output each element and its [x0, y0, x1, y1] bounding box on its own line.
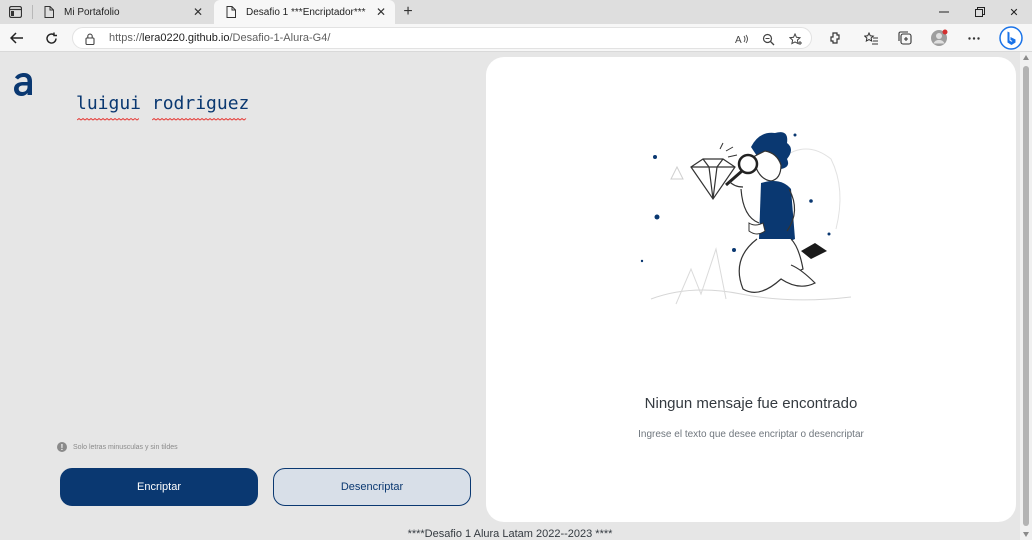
favorite-add-icon[interactable]: [787, 30, 805, 48]
page-scrollbar[interactable]: [1020, 52, 1032, 540]
browser-toolbar: https://lera0220.github.io/Desafio-1-Alu…: [0, 24, 1032, 52]
page-icon: [42, 5, 56, 19]
refresh-icon[interactable]: [40, 27, 62, 49]
scroll-down-icon[interactable]: [1023, 532, 1029, 537]
hint-text: Solo letras minusculas y sin tildes: [73, 443, 178, 451]
spellcheck-underline: [77, 118, 139, 121]
info-icon: !: [57, 442, 67, 452]
tab-title: Mi Portafolio: [64, 6, 120, 18]
tab-desafio[interactable]: Desafio 1 ***Encriptador*** ✕: [214, 0, 395, 24]
collections-icon[interactable]: [894, 27, 916, 49]
page-footer: ****Desafio 1 Alura Latam 2022--2023 ***…: [407, 528, 613, 540]
new-tab-icon[interactable]: +: [398, 2, 418, 22]
tab-mi-portafolio[interactable]: Mi Portafolio ✕: [32, 0, 212, 24]
alura-logo-icon: [14, 73, 32, 96]
bing-chat-icon[interactable]: [998, 25, 1024, 51]
person-magnifier-illustration: [640, 132, 852, 305]
output-panel: Ningun mensaje fue encontrado Ingrese el…: [486, 57, 1016, 522]
extensions-icon[interactable]: [824, 27, 846, 49]
minimize-icon[interactable]: [926, 0, 962, 24]
restore-icon[interactable]: [962, 0, 998, 24]
close-tab-icon[interactable]: ✕: [373, 4, 389, 20]
zoom-icon[interactable]: [759, 30, 777, 48]
empty-state-subtitle: Ingrese el texto que desee encriptar o d…: [638, 429, 864, 440]
spellcheck-underline: [152, 118, 247, 121]
tab-actions-icon: [8, 6, 22, 18]
close-tab-icon[interactable]: ✕: [190, 4, 206, 20]
decrypt-button[interactable]: Desencriptar: [273, 468, 471, 506]
page-icon: [224, 5, 238, 19]
scrollbar-thumb[interactable]: [1023, 66, 1029, 526]
profile-avatar[interactable]: [928, 27, 950, 49]
more-options-icon[interactable]: [963, 27, 985, 49]
input-hint: ! Solo letras minusculas y sin tildes: [57, 442, 178, 452]
message-input[interactable]: luigui rodriguez: [76, 90, 466, 430]
empty-state-title: Ningun mensaje fue encontrado: [644, 395, 858, 412]
url-text: https://lera0220.github.io/Desafio-1-Alu…: [109, 32, 331, 44]
tab-bar: Mi Portafolio ✕ Desafio 1 ***Encriptador…: [0, 0, 1032, 24]
lock-icon[interactable]: [85, 32, 95, 50]
tab-actions-button[interactable]: [4, 2, 26, 22]
tab-title: Desafio 1 ***Encriptador***: [246, 6, 366, 18]
encrypt-button[interactable]: Encriptar: [60, 468, 258, 506]
favorites-icon[interactable]: [860, 27, 882, 49]
page-content: luigui rodriguez ! Solo letras minuscula…: [0, 52, 1020, 540]
scroll-up-icon[interactable]: [1023, 55, 1029, 60]
back-icon[interactable]: [6, 27, 28, 49]
address-bar[interactable]: https://lera0220.github.io/Desafio-1-Alu…: [72, 27, 812, 49]
close-window-icon[interactable]: ✕: [996, 0, 1032, 24]
svg-text:A: A: [735, 35, 742, 45]
read-aloud-icon[interactable]: A: [733, 30, 751, 48]
